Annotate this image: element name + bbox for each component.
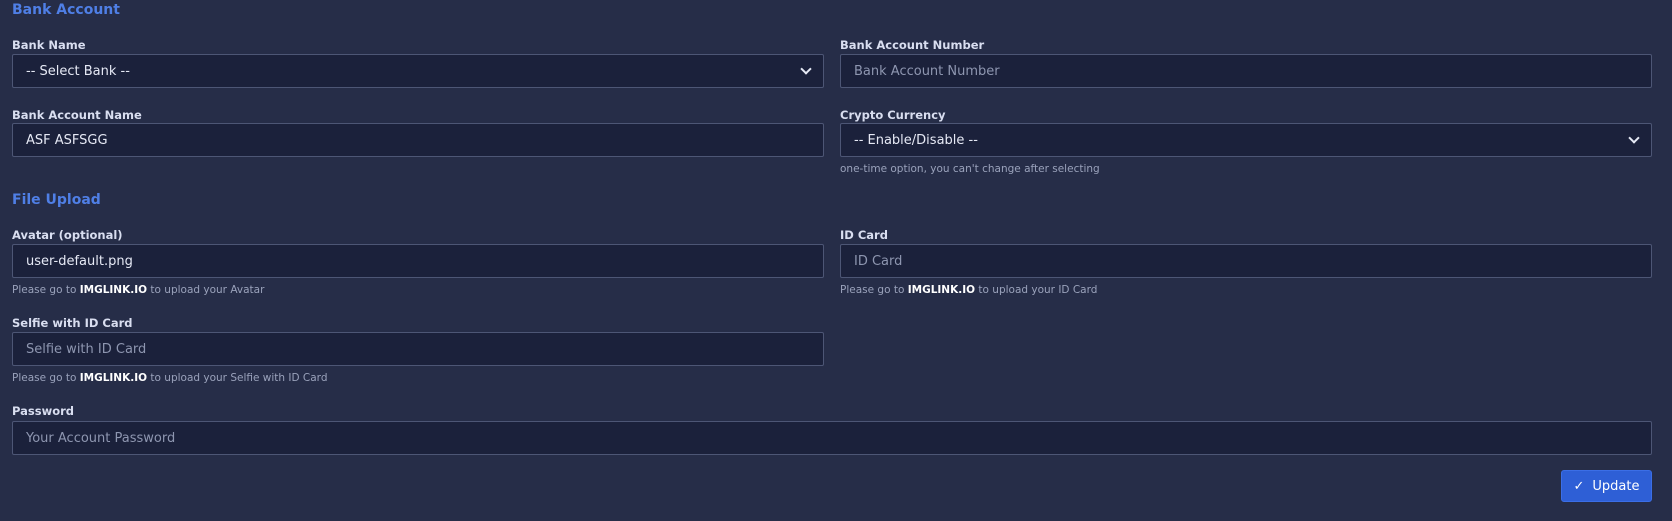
password-input[interactable] (12, 421, 1652, 455)
imglink-link[interactable]: IMGLINK.IO (908, 284, 975, 296)
check-icon: ✓ (1573, 478, 1585, 494)
imglink-link[interactable]: IMGLINK.IO (80, 284, 147, 296)
update-button-label: Update (1592, 478, 1640, 494)
id-card-help: Please go to IMGLINK.IO to upload your I… (840, 284, 1098, 296)
bank-account-number-input[interactable] (840, 54, 1652, 88)
avatar-label: Avatar (optional) (12, 228, 123, 242)
avatar-input[interactable] (12, 244, 824, 278)
selfie-input[interactable] (12, 332, 824, 366)
password-label: Password (12, 404, 74, 418)
crypto-currency-selected: -- Enable/Disable -- (854, 132, 978, 148)
chevron-down-icon (1628, 131, 1640, 144)
crypto-currency-select[interactable]: -- Enable/Disable -- (840, 123, 1652, 157)
file-upload-heading: File Upload (12, 192, 101, 208)
bank-account-heading: Bank Account (12, 2, 120, 18)
avatar-help: Please go to IMGLINK.IO to upload your A… (12, 284, 265, 296)
crypto-currency-label: Crypto Currency (840, 108, 946, 122)
crypto-currency-help: one-time option, you can't change after … (840, 163, 1100, 175)
selfie-label: Selfie with ID Card (12, 316, 133, 330)
bank-name-select[interactable]: -- Select Bank -- (12, 54, 824, 88)
bank-name-selected: -- Select Bank -- (26, 63, 130, 79)
chevron-down-icon (800, 62, 812, 75)
bank-account-name-label: Bank Account Name (12, 108, 142, 122)
imglink-link[interactable]: IMGLINK.IO (80, 372, 147, 384)
update-button[interactable]: ✓ Update (1561, 470, 1652, 502)
selfie-help: Please go to IMGLINK.IO to upload your S… (12, 372, 328, 384)
bank-name-label: Bank Name (12, 38, 86, 52)
bank-account-number-label: Bank Account Number (840, 38, 985, 52)
id-card-input[interactable] (840, 244, 1652, 278)
bank-account-name-input[interactable] (12, 123, 824, 157)
id-card-label: ID Card (840, 228, 888, 242)
